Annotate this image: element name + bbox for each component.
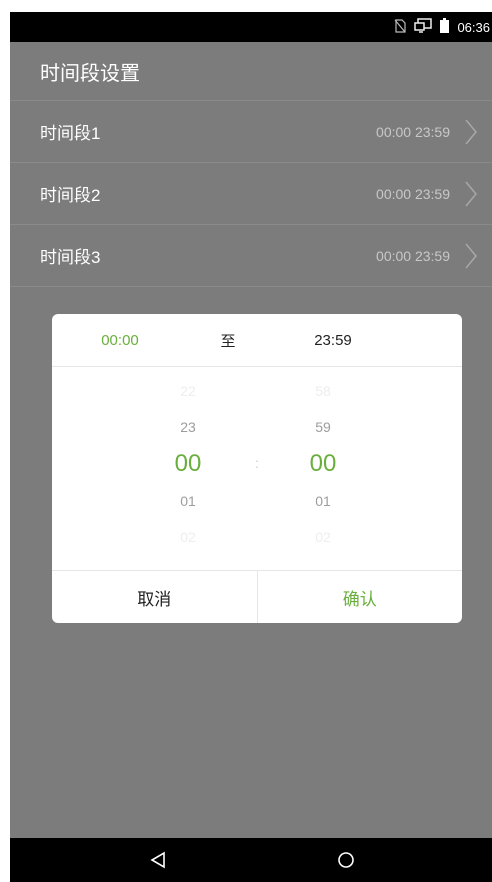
back-icon <box>150 851 165 869</box>
app-content: 时间段设置 时间段1 00:00 23:59 时间段2 00:00 23:59 … <box>10 42 492 838</box>
confirm-button[interactable]: 确认 <box>258 571 463 623</box>
minute-option[interactable]: 01 <box>283 493 363 509</box>
minute-option[interactable]: 58 <box>283 383 363 399</box>
hour-option[interactable]: 02 <box>148 529 228 545</box>
hour-wheel[interactable]: 22 23 00 01 02 <box>148 367 228 571</box>
hour-option[interactable]: 23 <box>148 419 228 435</box>
screen-cast-icon <box>414 17 433 37</box>
status-time: 06:36 <box>457 19 490 35</box>
hour-selected[interactable]: 00 <box>148 450 228 478</box>
no-sim-icon <box>394 18 407 36</box>
hour-option[interactable]: 01 <box>148 493 228 509</box>
end-time-tab[interactable]: 23:59 <box>268 332 398 349</box>
device-screen: 06:36 时间段设置 时间段1 00:00 23:59 时间段2 00:00 … <box>10 12 492 882</box>
time-picker: 22 23 00 01 02 : 58 59 00 01 02 <box>52 367 462 571</box>
battery-icon <box>440 18 450 36</box>
navigation-bar <box>10 838 492 882</box>
minute-option[interactable]: 59 <box>283 419 363 435</box>
minute-wheel[interactable]: 58 59 00 01 02 <box>283 367 363 571</box>
hour-option[interactable]: 22 <box>148 383 228 399</box>
status-bar: 06:36 <box>10 12 492 42</box>
time-colon: : <box>255 455 259 471</box>
dialog-header: 00:00 至 23:59 <box>52 314 462 367</box>
home-icon <box>338 852 354 868</box>
home-button[interactable] <box>316 838 376 882</box>
dialog-footer: 取消 确认 <box>52 570 462 623</box>
back-button[interactable] <box>128 838 188 882</box>
range-separator: 至 <box>220 332 236 350</box>
time-range-dialog: 00:00 至 23:59 22 23 00 01 02 : 58 59 00 … <box>52 314 462 623</box>
status-icons: 06:36 <box>394 12 492 42</box>
cancel-button[interactable]: 取消 <box>52 571 258 623</box>
minute-option[interactable]: 02 <box>283 529 363 545</box>
start-time-tab[interactable]: 00:00 <box>52 332 188 349</box>
minute-selected[interactable]: 00 <box>283 450 363 478</box>
